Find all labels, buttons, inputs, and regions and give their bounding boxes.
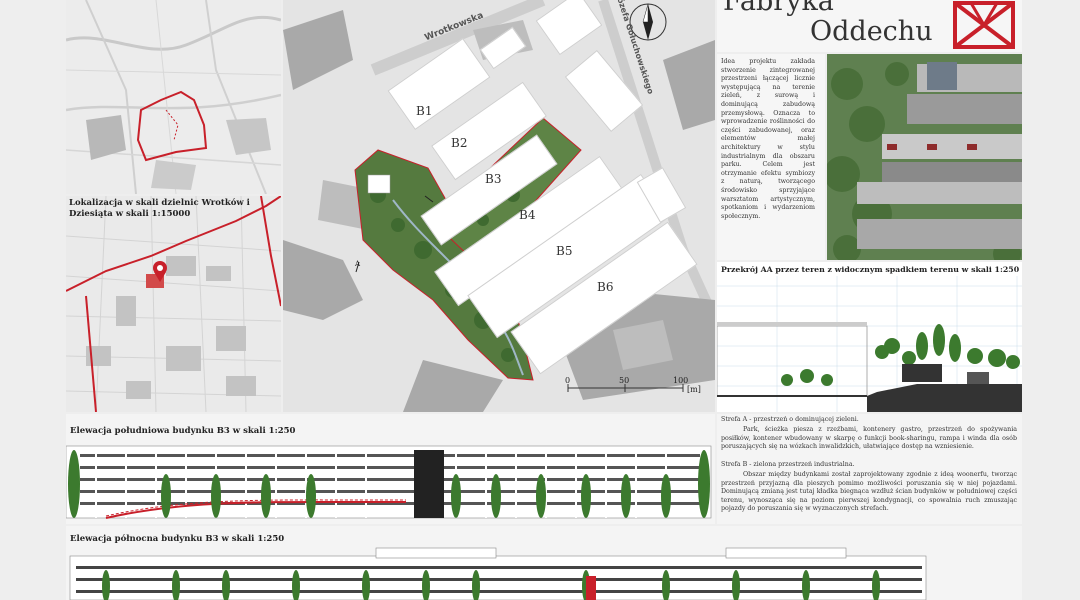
north-elevation-caption: Elewacja północna budynku B3 w skali 1:2… [70, 534, 285, 544]
description-panel: Idea projektu zakłada stworzenie zintegr… [717, 54, 825, 260]
site-plan-panel: B1 B2 B3 B4 B5 B6 Wrotkowska Józefa Gołu… [283, 0, 715, 412]
logo-icon [953, 1, 1015, 49]
scale-unit: [m] [687, 385, 701, 394]
title-line-1: Fabryka [723, 0, 834, 17]
south-elevation-panel: Elewacja południowa budynku B3 w skali 1… [66, 414, 715, 524]
description-text: Idea projektu zakłada stworzenie zintegr… [721, 58, 815, 220]
zone-a-title: Strefa A - przestrzeń o dominującej ziel… [721, 416, 859, 423]
building-label-b4: B4 [519, 208, 536, 222]
section-panel: Przekrój AA przez teren z widocznym spad… [717, 262, 1022, 412]
aerial-render [827, 54, 1022, 260]
section-drawing [717, 276, 1022, 412]
south-elevation-drawing [66, 445, 712, 519]
building-label-b6: B6 [597, 280, 614, 294]
section-caption: Przekrój AA przez teren z widocznym spad… [721, 265, 1020, 274]
title-panel: Fabryka Oddechu [717, 0, 1022, 52]
location-map-caption: Lokalizacja w skali dzielnic Wrotków i D… [69, 198, 250, 219]
zones-panel: Strefa A - przestrzeń o dominującej ziel… [717, 414, 1022, 524]
building-label-b5: B5 [556, 244, 573, 258]
building-label-b3: B3 [485, 172, 502, 186]
title-line-2: Oddechu [810, 16, 933, 47]
north-elevation-drawing [69, 547, 927, 600]
south-elevation-caption: Elewacja południowa budynku B3 w skali 1… [70, 426, 296, 436]
city-map [66, 0, 281, 194]
scale-tick-0: 0 [565, 376, 571, 385]
north-elevation-panel: Elewacja północna budynku B3 w skali 1:2… [66, 526, 1022, 600]
scale-tick-50: 50 [619, 376, 630, 385]
building-label-b2: B2 [451, 136, 468, 150]
zone-a-text: Park, ścieżka piesza z rzeźbami, kontene… [721, 426, 1017, 451]
section-marker: A [355, 260, 361, 268]
district-map [66, 196, 281, 412]
district-map-panel: Lokalizacja w skali dzielnic Wrotków i D… [66, 196, 281, 412]
scale-tick-100: 100 [673, 376, 689, 385]
building-label-b1: B1 [416, 104, 433, 118]
aerial-render-graphic [827, 54, 1022, 260]
zone-b-title: Strefa B - zielona przestrzeń industrial… [721, 461, 855, 468]
city-map-panel [66, 0, 281, 194]
zone-b-text: Obszar między budynkami został zaprojekt… [721, 471, 1017, 513]
